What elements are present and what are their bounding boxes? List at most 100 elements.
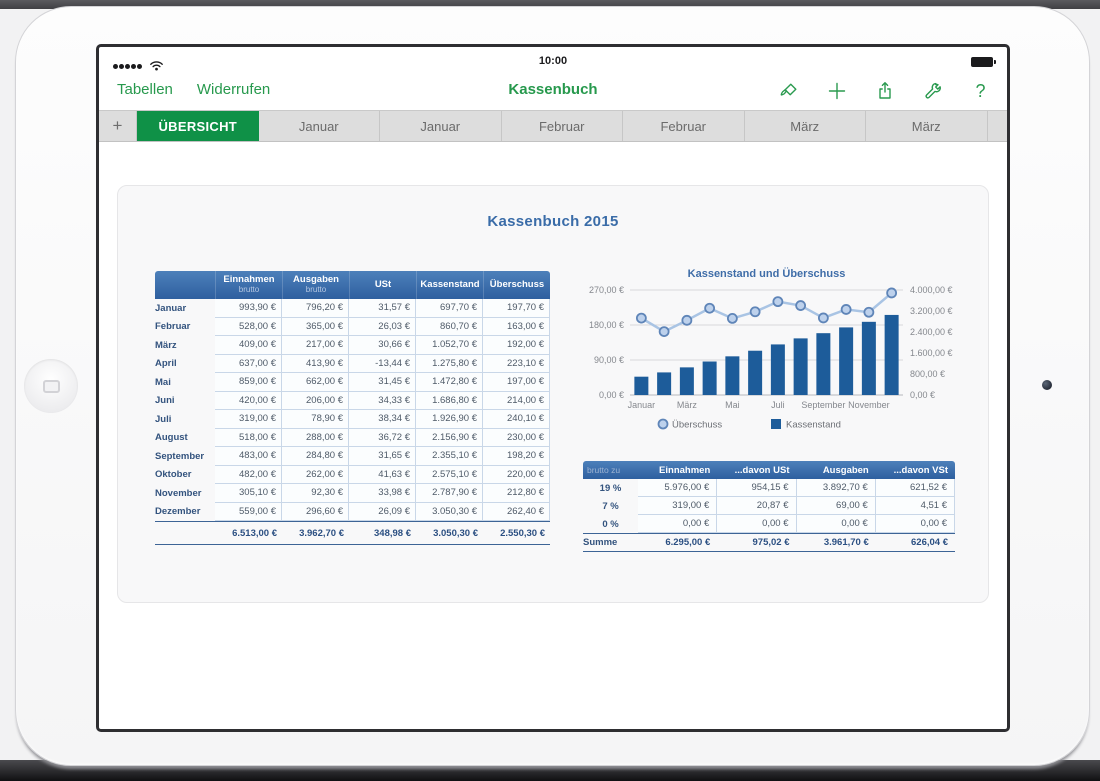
sheet-tab-januar-2[interactable]: Januar xyxy=(380,111,502,141)
table-cell[interactable]: 3.892,70 € xyxy=(797,479,876,497)
table-cell[interactable]: 3.050,30 € xyxy=(416,503,483,522)
row-header[interactable]: 0 % xyxy=(583,515,638,533)
table-cell[interactable]: 413,90 € xyxy=(282,355,349,374)
table-cell[interactable]: 1.472,80 € xyxy=(416,373,483,392)
table-cell[interactable]: 993,90 € xyxy=(215,299,282,318)
format-brush-icon[interactable] xyxy=(778,80,799,101)
table-cell[interactable]: 482,00 € xyxy=(215,466,282,485)
table-cell[interactable]: 26,09 € xyxy=(349,503,416,522)
row-header[interactable]: August xyxy=(155,429,215,448)
table-cell[interactable]: 1.686,80 € xyxy=(416,392,483,411)
table-cell[interactable]: 30,66 € xyxy=(349,336,416,355)
sum-cell[interactable]: 2.550,30 € xyxy=(483,522,550,544)
table-cell[interactable]: 0,00 € xyxy=(717,515,796,533)
row-header[interactable]: Februar xyxy=(155,318,215,337)
row-header[interactable]: 7 % xyxy=(583,497,638,515)
sheet-tab-februar-3[interactable]: Februar xyxy=(502,111,624,141)
table-cell[interactable]: 954,15 € xyxy=(717,479,796,497)
table-cell[interactable]: 36,72 € xyxy=(349,429,416,448)
row-header[interactable]: Juli xyxy=(155,410,215,429)
sheet-tab-januar-1[interactable]: Januar xyxy=(259,111,381,141)
table-cell[interactable]: 240,10 € xyxy=(483,410,550,429)
row-header[interactable]: September xyxy=(155,447,215,466)
table-cell[interactable]: 2.355,10 € xyxy=(416,447,483,466)
sum-cell[interactable]: 6.513,00 € xyxy=(215,522,282,544)
row-header[interactable]: 19 % xyxy=(583,479,638,497)
table-cell[interactable]: 319,00 € xyxy=(638,497,717,515)
table-cell[interactable]: 0,00 € xyxy=(638,515,717,533)
table-cell[interactable]: 223,10 € xyxy=(483,355,550,374)
table-cell[interactable]: 217,00 € xyxy=(282,336,349,355)
sum-cell[interactable]: 3.050,30 € xyxy=(416,522,483,544)
table-cell[interactable]: 2.156,90 € xyxy=(416,429,483,448)
table-cell[interactable]: 2.575,10 € xyxy=(416,466,483,485)
home-button[interactable] xyxy=(24,359,78,413)
table-cell[interactable]: 78,90 € xyxy=(282,410,349,429)
column-header[interactable]: Ausgabenbrutto xyxy=(282,271,349,299)
sum-cell[interactable]: 3.961,70 € xyxy=(797,534,876,551)
column-header[interactable]: Einnahmenbrutto xyxy=(215,271,282,299)
sheet-tab-märz-5[interactable]: März xyxy=(745,111,867,141)
table-cell[interactable]: 483,00 € xyxy=(215,447,282,466)
table-cell[interactable]: 1.052,70 € xyxy=(416,336,483,355)
table-cell[interactable]: 31,65 € xyxy=(349,447,416,466)
add-icon[interactable] xyxy=(826,80,847,101)
table-cell[interactable]: 296,60 € xyxy=(282,503,349,522)
help-icon[interactable]: ? xyxy=(970,80,991,101)
table-cell[interactable]: 31,45 € xyxy=(349,373,416,392)
sum-cell[interactable]: 3.962,70 € xyxy=(282,522,349,544)
add-sheet-tab-button[interactable]: + xyxy=(99,111,137,141)
table-cell[interactable]: 197,70 € xyxy=(483,299,550,318)
share-icon[interactable] xyxy=(874,80,895,101)
table-cell[interactable]: 662,00 € xyxy=(282,373,349,392)
table-cell[interactable]: 41,63 € xyxy=(349,466,416,485)
table-cell[interactable]: 262,00 € xyxy=(282,466,349,485)
kassenstand-chart[interactable]: Kassenstand und Überschuss270,00 €180,00… xyxy=(568,264,968,442)
table-cell[interactable]: 34,33 € xyxy=(349,392,416,411)
table-cell[interactable]: 214,00 € xyxy=(483,392,550,411)
column-header[interactable]: Überschuss xyxy=(483,271,550,299)
table-cell[interactable]: 31,57 € xyxy=(349,299,416,318)
table-cell[interactable]: 0,00 € xyxy=(797,515,876,533)
table-cell[interactable]: 305,10 € xyxy=(215,484,282,503)
table-cell[interactable]: 92,30 € xyxy=(282,484,349,503)
table-cell[interactable]: 262,40 € xyxy=(483,503,550,522)
sheet-tab-februar-4[interactable]: Februar xyxy=(623,111,745,141)
row-header[interactable]: Mai xyxy=(155,373,215,392)
table-cell[interactable]: 319,00 € xyxy=(215,410,282,429)
row-header[interactable]: Oktober xyxy=(155,466,215,485)
row-header[interactable]: Dezember xyxy=(155,503,215,522)
table-cell[interactable]: 796,20 € xyxy=(282,299,349,318)
table-cell[interactable]: 518,00 € xyxy=(215,429,282,448)
table-cell[interactable]: 559,00 € xyxy=(215,503,282,522)
table-cell[interactable]: 5.976,00 € xyxy=(638,479,717,497)
table-cell[interactable]: 212,80 € xyxy=(483,484,550,503)
table-cell[interactable]: 163,00 € xyxy=(483,318,550,337)
sheet-tab-märz-6[interactable]: März xyxy=(866,111,988,141)
table-cell[interactable]: 197,00 € xyxy=(483,373,550,392)
row-header[interactable]: April xyxy=(155,355,215,374)
table-cell[interactable]: -13,44 € xyxy=(349,355,416,374)
table-cell[interactable]: 230,00 € xyxy=(483,429,550,448)
column-header[interactable]: Ausgaben xyxy=(797,461,876,479)
sum-cell[interactable]: 348,98 € xyxy=(349,522,416,544)
table-cell[interactable]: 220,00 € xyxy=(483,466,550,485)
table-cell[interactable]: 288,00 € xyxy=(282,429,349,448)
sheet-tab-übersicht-0[interactable]: ÜBERSICHT xyxy=(137,111,259,141)
table-cell[interactable]: 26,03 € xyxy=(349,318,416,337)
row-header[interactable]: Januar xyxy=(155,299,215,318)
table-cell[interactable]: 365,00 € xyxy=(282,318,349,337)
table-cell[interactable]: 206,00 € xyxy=(282,392,349,411)
column-header[interactable]: Einnahmen xyxy=(638,461,717,479)
row-header[interactable]: Juni xyxy=(155,392,215,411)
table-cell[interactable]: 528,00 € xyxy=(215,318,282,337)
table-cell[interactable]: 284,80 € xyxy=(282,447,349,466)
column-header[interactable]: USt xyxy=(349,271,416,299)
table-cell[interactable]: 860,70 € xyxy=(416,318,483,337)
column-header[interactable]: ...davon VSt xyxy=(876,461,955,479)
table-cell[interactable]: 621,52 € xyxy=(876,479,955,497)
table-cell[interactable]: 4,51 € xyxy=(876,497,955,515)
table-cell[interactable]: 0,00 € xyxy=(876,515,955,533)
row-header[interactable]: März xyxy=(155,336,215,355)
table-cell[interactable]: 420,00 € xyxy=(215,392,282,411)
